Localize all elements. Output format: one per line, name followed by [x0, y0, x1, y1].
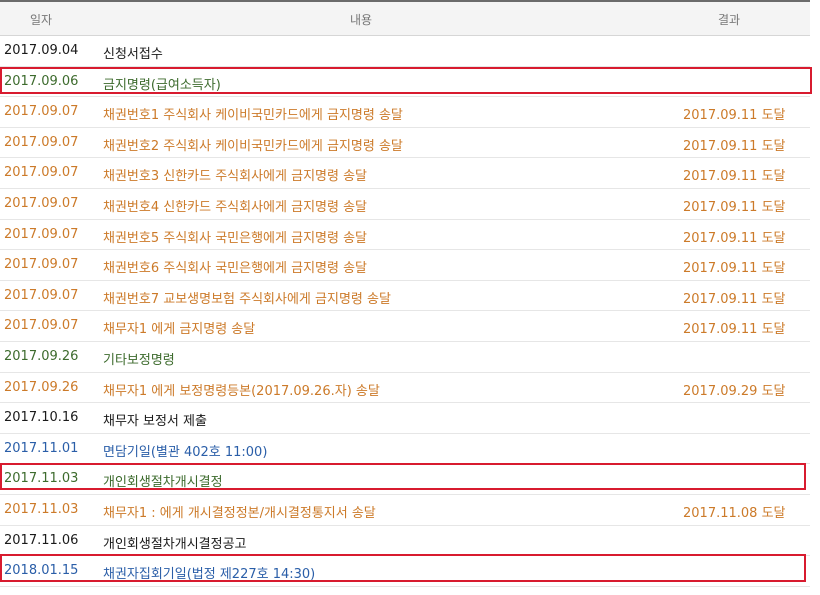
row-date: 2017.09.07: [4, 104, 79, 120]
row-content: 채권번호6 주식회사 국민은행에게 금지명령 송달: [103, 261, 368, 277]
row-result: 2017.09.11 도달: [683, 138, 786, 154]
row-result: 2017.09.11 도달: [683, 199, 786, 215]
row-date: 2017.11.06: [4, 532, 79, 548]
row-date: 2017.09.07: [4, 318, 79, 334]
row-result: 2017.09.11 도달: [683, 322, 786, 338]
row-date: 2017.09.26: [4, 379, 79, 395]
row-date: 2017.09.07: [4, 257, 79, 273]
row-content: 채권자집회기일(법정 제227호 14:30): [103, 567, 316, 583]
table-row: 2017.09.07 채권번호3 신한카드 주식회사에게 금지명령 송달 2017.…: [0, 158, 810, 189]
table-row: 2017.09.07 채권번호6 주식회사 국민은행에게 금지명령 송달 2017.…: [0, 250, 810, 281]
table-row: 2017.09.26 기타보정명령: [0, 342, 810, 373]
row-result: 2017.09.11 도달: [683, 230, 786, 246]
row-result: 2017.09.11 도달: [683, 291, 786, 307]
table-row: 2017.09.07 채권번호4 신한카드 주식회사에게 금지명령 송달 2017.…: [0, 189, 810, 220]
row-date: 2017.11.03: [4, 501, 79, 517]
table-row: 2018.01.15 채권자집회기일(법정 제227호 14:30): [0, 556, 810, 587]
table-row: 2017.09.04 신청서접수: [0, 36, 810, 67]
row-date: 2017.09.07: [4, 165, 79, 181]
table-header: 일자 내용 결과: [0, 0, 810, 36]
row-content: 채권번호3 신한카드 주식회사에게 금지명령 송달: [103, 169, 368, 185]
row-content: 개인회생절차개시결정: [103, 475, 223, 491]
row-content: 채권번호5 주식회사 국민은행에게 금지명령 송달: [103, 230, 368, 246]
row-content: 채무자1 에게 금지명령 송달: [103, 322, 256, 338]
row-content: 신청서접수: [103, 47, 163, 62]
row-content: 면담기일(별관 402호 11:00): [103, 444, 268, 460]
table-row: 2017.11.01 면담기일(별관 402호 11:00): [0, 434, 810, 465]
row-result: 2017.09.11 도달: [683, 169, 786, 185]
row-content: 채권번호1 주식회사 케이비국민카드에게 금지명령 송달: [103, 108, 403, 124]
table-row: 2017.10.16 채무자 보정서 제출: [0, 403, 810, 434]
table-row: 2017.09.07 채권번호7 교보생명보험 주식회사에게 금지명령 송달 201…: [0, 281, 810, 312]
table-row: 2017.09.07 채무자1 에게 금지명령 송달 2017.09.11 도달: [0, 311, 810, 342]
row-date: 2018.01.15: [4, 563, 79, 579]
row-result: 2017.11.08 도달: [683, 505, 786, 521]
row-date: 2017.10.16: [4, 410, 79, 426]
table-row: 2017.09.07 채권번호1 주식회사 케이비국민카드에게 금지명령 송달 20…: [0, 97, 810, 128]
row-date: 2017.11.03: [4, 471, 79, 487]
case-progress-table: 일자 내용 결과 2017.09.04 신청서접수 2017.09.06 금지명령(급…: [0, 0, 810, 587]
row-date: 2017.11.01: [4, 440, 79, 456]
table-body: 2017.09.04 신청서접수 2017.09.06 금지명령(급여소득자) 2017…: [0, 36, 810, 587]
row-date: 2017.09.06: [4, 73, 79, 89]
row-date: 2017.09.07: [4, 195, 79, 211]
row-content: 채권번호2 주식회사 케이비국민카드에게 금지명령 송달: [103, 138, 403, 154]
row-date: 2017.09.07: [4, 226, 79, 242]
row-result: 2017.09.29 도달: [683, 383, 786, 399]
table-row: 2017.09.26 채무자1 에게 보정명령등본(2017.09.26.자) 송…: [0, 373, 810, 404]
header-result: 결과: [718, 13, 741, 27]
table-row: 2017.11.06 개인회생절차개시결정공고: [0, 526, 810, 557]
table-row: 2017.09.06 금지명령(급여소득자): [0, 67, 810, 98]
table-row: 2017.11.03 채무자1 : 에게 개시결정정본/개시결정통지서 송달 201…: [0, 495, 810, 526]
row-content: 채권번호7 교보생명보험 주식회사에게 금지명령 송달: [103, 291, 391, 307]
row-date: 2017.09.07: [4, 287, 79, 303]
row-date: 2017.09.04: [4, 43, 79, 58]
table-row: 2017.11.03 개인회생절차개시결정: [0, 464, 810, 495]
row-result: 2017.09.11 도달: [683, 261, 786, 277]
row-content: 채무자 보정서 제출: [103, 414, 207, 430]
row-result: 2017.09.11 도달: [683, 108, 786, 124]
row-date: 2017.09.07: [4, 134, 79, 150]
row-content: 금지명령(급여소득자): [103, 77, 221, 93]
row-date: 2017.09.26: [4, 348, 79, 364]
header-content: 내용: [350, 13, 373, 27]
table-row: 2017.09.07 채권번호5 주식회사 국민은행에게 금지명령 송달 2017.…: [0, 220, 810, 251]
row-content: 채권번호4 신한카드 주식회사에게 금지명령 송달: [103, 199, 368, 215]
header-date: 일자: [30, 13, 53, 27]
row-content: 개인회생절차개시결정공고: [103, 536, 247, 552]
row-content: 기타보정명령: [103, 352, 175, 368]
row-content: 채무자1 : 에게 개시결정정본/개시결정통지서 송달: [103, 505, 376, 521]
row-content: 채무자1 에게 보정명령등본(2017.09.26.자) 송달: [103, 383, 380, 399]
table-row: 2017.09.07 채권번호2 주식회사 케이비국민카드에게 금지명령 송달 20…: [0, 128, 810, 159]
